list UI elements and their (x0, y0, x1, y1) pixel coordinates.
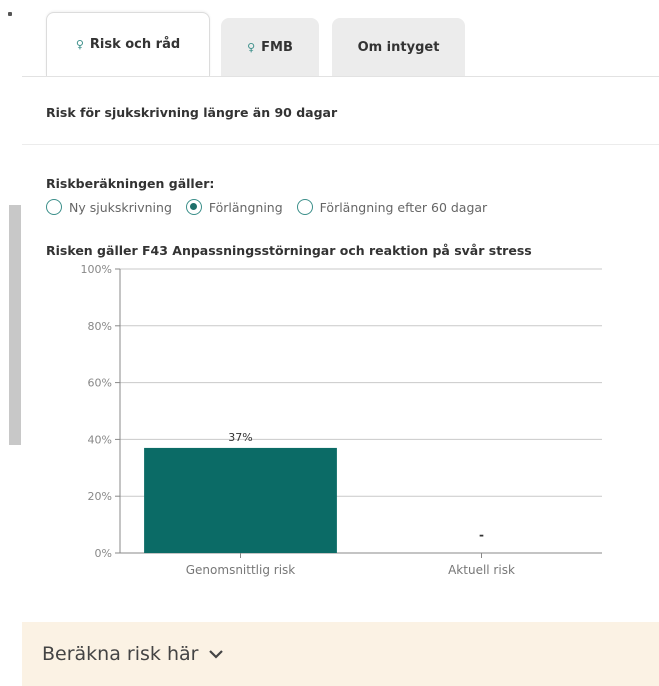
radio-forlangning-efter-60[interactable]: Förlängning efter 60 dagar (296, 199, 488, 215)
radio-forlangning[interactable]: Förlängning (185, 199, 283, 215)
tab-label: Om intyget (357, 39, 440, 55)
risk-title: Risk för sjukskrivning längre än 90 daga… (46, 105, 338, 120)
tab-risk-och-rad[interactable]: ♀ Risk och råd (46, 12, 210, 76)
tab-bar: ♀ Risk och råd ♀ FMB Om intyget (22, 0, 659, 76)
x-tick-label: Aktuell risk (448, 563, 515, 577)
radio-label: Förlängning efter 60 dagar (319, 199, 488, 215)
y-tick-label: 40% (88, 433, 112, 446)
y-tick-label: 0% (95, 547, 112, 560)
tab-om-intyget[interactable]: Om intyget (332, 18, 465, 76)
scroll-up-arrow-icon[interactable] (8, 12, 12, 16)
calc-radio-group: Ny sjukskrivning Förlängning Förlängning… (46, 199, 501, 215)
lightbulb-icon: ♀ (75, 38, 84, 51)
tab-label: FMB (261, 39, 293, 55)
tab-content: Risk för sjukskrivning längre än 90 daga… (22, 77, 659, 622)
radio-button[interactable] (296, 199, 313, 215)
tab-fmb[interactable]: ♀ FMB (221, 18, 319, 76)
calc-label: Riskberäkningen gäller: (46, 176, 215, 191)
y-tick-label: 20% (88, 490, 112, 503)
data-label: - (479, 528, 484, 542)
radio-button[interactable] (46, 199, 62, 215)
chevron-down-icon (208, 648, 224, 660)
diagnosis-title: Risken gäller F43 Anpassningsstörningar … (46, 243, 532, 258)
y-tick-label: 80% (88, 320, 112, 333)
bar (144, 447, 337, 553)
calculate-risk-section: Beräkna risk här (22, 622, 659, 686)
section-divider (22, 144, 659, 145)
radio-button[interactable] (185, 199, 202, 215)
calculate-risk-label: Beräkna risk här (42, 643, 199, 665)
chart-svg: 0% 20% 40% 60% 80% 100% 37% Genomsnittlig risk -… (81, 263, 602, 577)
x-tick-label: Genomsnittlig risk (186, 563, 296, 577)
radio-ny-sjukskrivning[interactable]: Ny sjukskrivning (46, 199, 172, 215)
calculate-risk-toggle[interactable]: Beräkna risk här (42, 643, 224, 665)
risk-panel: ♀ Risk och råd ♀ FMB Om intyget Risk för… (22, 0, 659, 686)
risk-chart: 0% 20% 40% 60% 80% 100% 37% Genomsnittlig risk -… (46, 263, 606, 593)
data-label: 37% (228, 431, 252, 444)
radio-label: Förlängning (208, 199, 283, 215)
radio-label: Ny sjukskrivning (69, 199, 172, 215)
scrollbar-thumb[interactable] (9, 205, 21, 445)
lightbulb-icon: ♀ (247, 40, 256, 54)
scrollbar[interactable] (0, 0, 22, 686)
y-tick-label: 100% (81, 263, 112, 276)
y-tick-label: 60% (88, 377, 112, 390)
tab-label: Risk och råd (89, 37, 181, 52)
